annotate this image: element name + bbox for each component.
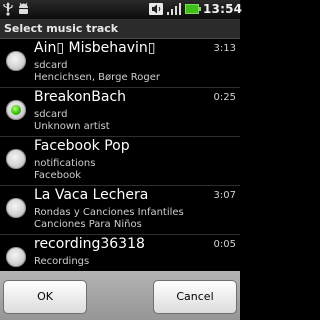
- cancel-button[interactable]: Cancel: [153, 280, 237, 314]
- track-title: La Vaca Lechera: [34, 187, 149, 203]
- track-list[interactable]: Ain▯ Misbehavin▯ sdcard Hencichsen, Børg…: [0, 39, 240, 271]
- dialog-title-bar: Select music track: [0, 20, 240, 39]
- track-duration: 3:13: [213, 43, 236, 54]
- track-artist: Unknown artist: [34, 121, 110, 132]
- track-duration: 0:25: [213, 92, 236, 103]
- track-title: recording36318: [34, 236, 145, 252]
- track-row[interactable]: La Vaca Lechera Rondas y Canciones Infan…: [0, 186, 240, 235]
- radio-button-selected[interactable]: [6, 100, 26, 120]
- track-artist: Hencichsen, Børge Roger: [34, 72, 161, 83]
- track-title: BreakonBach: [34, 89, 127, 105]
- track-location: sdcard: [34, 60, 68, 71]
- signal-icon: [167, 3, 181, 15]
- track-row[interactable]: Facebook Pop notifications Facebook: [0, 137, 240, 186]
- track-row[interactable]: recording36318 Recordings 0:05: [0, 235, 240, 271]
- track-duration: 3:07: [213, 190, 236, 201]
- track-title: Ain▯ Misbehavin▯: [34, 40, 156, 56]
- status-clock: 13:54: [203, 2, 243, 16]
- track-location: notifications: [34, 158, 96, 169]
- radio-button[interactable]: [6, 51, 26, 71]
- radio-button[interactable]: [6, 198, 26, 218]
- android-debug-icon: [19, 2, 28, 14]
- track-location: Recordings: [34, 256, 90, 267]
- track-location: Rondas y Canciones Infantiles: [34, 207, 184, 218]
- track-artist: Facebook: [34, 170, 81, 181]
- track-title: Facebook Pop: [34, 138, 130, 154]
- track-duration: 0:05: [213, 239, 236, 250]
- ok-button[interactable]: OK: [3, 280, 87, 314]
- volume-icon: [149, 3, 163, 15]
- track-location: sdcard: [34, 109, 68, 120]
- usb-icon: [3, 2, 13, 16]
- track-row[interactable]: Ain▯ Misbehavin▯ sdcard Hencichsen, Børg…: [0, 39, 240, 88]
- status-bar: 13:54: [0, 0, 243, 20]
- track-row[interactable]: BreakonBach sdcard Unknown artist 0:25: [0, 88, 240, 137]
- track-artist: Canciones Para Niños: [34, 219, 142, 230]
- battery-icon: [185, 4, 201, 14]
- radio-button[interactable]: [6, 247, 26, 267]
- dialog-title: Select music track: [4, 22, 119, 35]
- radio-button[interactable]: [6, 149, 26, 169]
